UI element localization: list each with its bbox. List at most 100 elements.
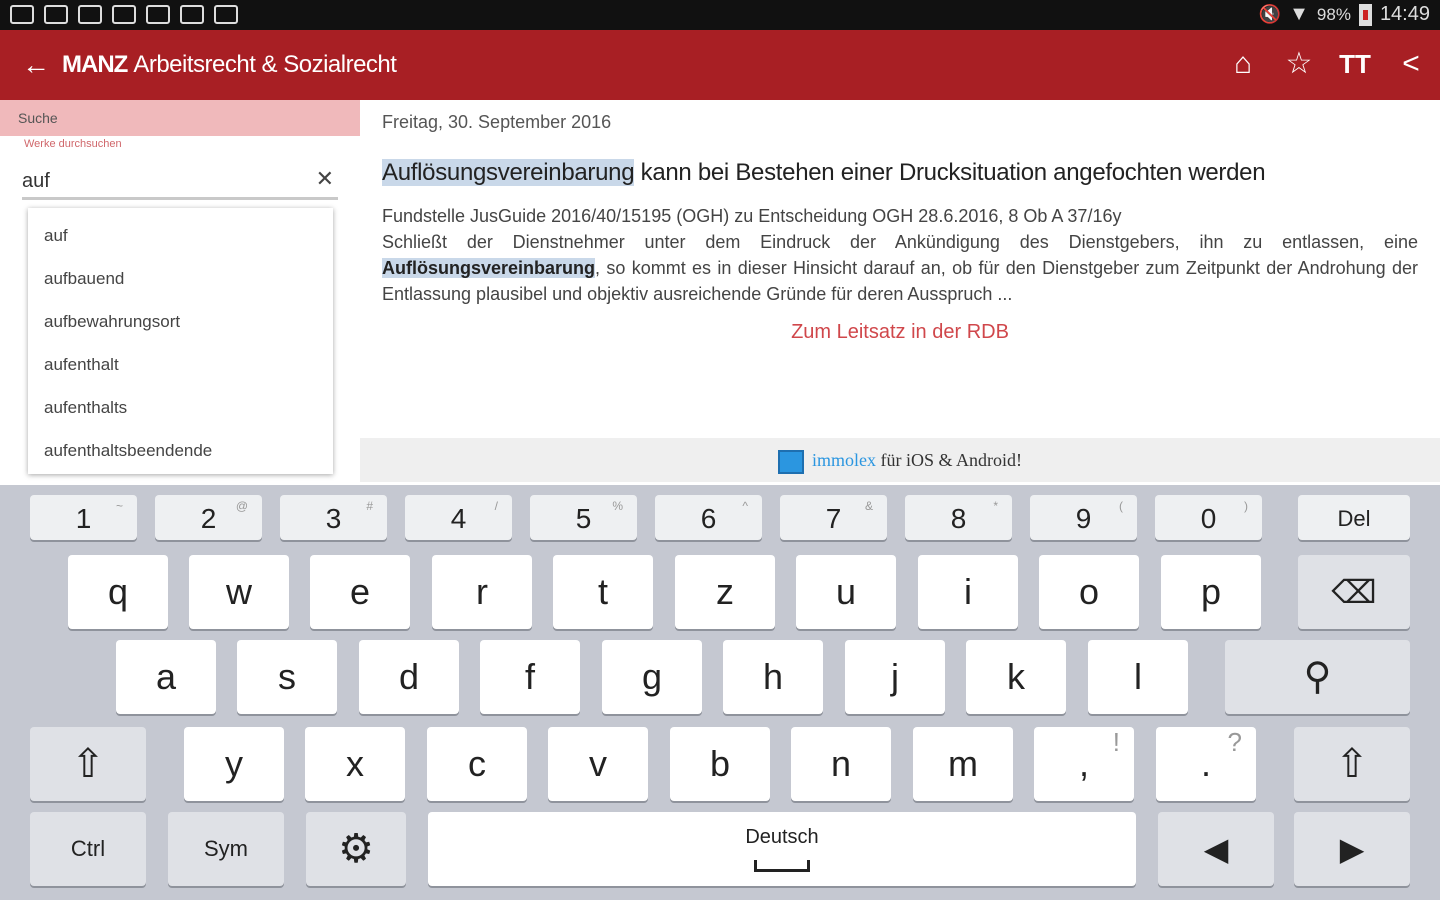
notification-icons [10, 5, 238, 24]
arrow-left-icon[interactable]: ← [22, 48, 50, 82]
key-a[interactable]: a [116, 640, 216, 714]
key-g[interactable]: g [602, 640, 702, 714]
key-9[interactable]: 9( [1030, 495, 1137, 540]
key-label: 2 [200, 503, 217, 534]
key-v[interactable]: v [548, 727, 648, 801]
article-body: Fundstelle JusGuide 2016/40/15195 (OGH) … [382, 203, 1418, 307]
search-field: ✕ [22, 160, 338, 200]
key-t[interactable]: t [553, 555, 653, 629]
key-n[interactable]: n [791, 727, 891, 801]
key-f[interactable]: f [480, 640, 580, 714]
suggestion-item[interactable]: aufbauend [28, 257, 333, 300]
sym-key[interactable]: Sym [168, 812, 284, 886]
arrow-right-key-icon[interactable]: ▶ [1294, 812, 1410, 886]
wifi-icon: ▼ [1289, 3, 1309, 25]
key-b[interactable]: b [670, 727, 770, 801]
suggestion-item[interactable]: aufenthalts [28, 386, 333, 429]
key-k[interactable]: k [966, 640, 1066, 714]
backspace-icon[interactable]: ⌫ [1298, 555, 1410, 629]
key-c[interactable]: c [427, 727, 527, 801]
share-icon[interactable]: < [1392, 44, 1430, 84]
key-z[interactable]: z [675, 555, 775, 629]
key-label: 1 [75, 503, 92, 534]
star-icon[interactable]: ☆ [1280, 44, 1318, 84]
key-i[interactable]: i [918, 555, 1018, 629]
space-key[interactable]: Deutsch [428, 812, 1136, 886]
app-title-text: Arbeitsrecht & Sozialrecht [133, 51, 397, 78]
status-right: 🔇 ▼ 98% 14:49 [1259, 3, 1430, 26]
key-7[interactable]: 7 & [780, 495, 887, 540]
key-period[interactable]: .? [1156, 727, 1256, 801]
home-icon[interactable]: ⌂ [1224, 44, 1262, 84]
key-l[interactable]: l [1088, 640, 1188, 714]
key-label: 9 [1075, 503, 1092, 534]
appbar-actions: ⌂ ☆ TT < [1224, 44, 1430, 84]
del-key[interactable]: Del [1298, 495, 1410, 540]
arrow-left-key-icon[interactable]: ◀ [1158, 812, 1274, 886]
key-sub: % [612, 499, 623, 513]
gear-icon[interactable]: ⚙ [306, 812, 406, 886]
key-w[interactable]: w [189, 555, 289, 629]
key-5[interactable]: 5% [530, 495, 637, 540]
shift-left-icon[interactable]: ⇧ [30, 727, 146, 801]
key-0[interactable]: 0) [1155, 495, 1262, 540]
key-comma[interactable]: ,! [1034, 727, 1134, 801]
key-e[interactable]: e [310, 555, 410, 629]
gallery-icon [112, 5, 136, 24]
search-header: Suche [0, 100, 360, 136]
usb-icon [44, 5, 68, 24]
language-label: Deutsch [745, 826, 819, 848]
article-headline[interactable]: Auflösungsvereinbarung kann bei Bestehen… [382, 159, 1418, 187]
search-icon[interactable]: ⚲ [1225, 640, 1410, 714]
suggestion-item[interactable]: auf [28, 214, 333, 257]
suggestion-item[interactable]: aufenthalt [28, 343, 333, 386]
mute-icon: 🔇 [1258, 4, 1282, 24]
clock: 14:49 [1379, 3, 1430, 25]
space-icon [754, 860, 810, 872]
key-p[interactable]: p [1161, 555, 1261, 629]
rdb-link[interactable]: Zum Leitsatz in der RDB [382, 321, 1418, 344]
suggestion-list: auf aufbauend aufbewahrungsort aufenthal… [28, 208, 333, 474]
ad-banner[interactable]: immolex für iOS & Android! [360, 438, 1440, 482]
key-sub: * [993, 499, 998, 513]
store-icon [214, 5, 238, 24]
key-6[interactable]: 6 ^ [655, 495, 762, 540]
key-r[interactable]: r [432, 555, 532, 629]
manz-logo: MANZ [62, 51, 128, 78]
key-q[interactable]: q [68, 555, 168, 629]
article-excerpt: Schließt der Dienstnehmer unter dem Eind… [382, 229, 1418, 307]
headline-rest: kann bei Bestehen einer Drucksituation a… [634, 159, 1266, 186]
key-2[interactable]: 2 @ [155, 495, 262, 540]
battery-icon [1358, 3, 1372, 26]
key-sub: ) [1244, 499, 1248, 513]
key-8[interactable]: 8 * [905, 495, 1012, 540]
shift-right-icon[interactable]: ⇧ [1294, 727, 1410, 801]
key-u[interactable]: u [796, 555, 896, 629]
key-label: 8 [950, 503, 967, 534]
key-y[interactable]: y [184, 727, 284, 801]
screen-icon [10, 5, 34, 24]
suggestion-item[interactable]: aufenthaltsbeendende [28, 429, 333, 472]
key-s[interactable]: s [237, 640, 337, 714]
key-4[interactable]: 4/ [405, 495, 512, 540]
bag-icon [180, 5, 204, 24]
article-source: Fundstelle JusGuide 2016/40/15195 (OGH) … [382, 206, 1122, 226]
key-1[interactable]: 1 ~ [30, 495, 137, 540]
key-x[interactable]: x [305, 727, 405, 801]
close-icon[interactable]: ✕ [316, 166, 334, 192]
key-d[interactable]: d [359, 640, 459, 714]
key-sub: # [366, 499, 373, 513]
key-sub: ! [1112, 727, 1120, 757]
key-3[interactable]: 3 # [280, 495, 387, 540]
suggestion-item[interactable]: aufbewahrungsort [28, 300, 333, 343]
key-j[interactable]: j [845, 640, 945, 714]
key-m[interactable]: m [913, 727, 1013, 801]
key-o[interactable]: o [1039, 555, 1139, 629]
battery-percent: 98% [1316, 4, 1351, 24]
banner-text: für iOS & Android! [876, 450, 1023, 470]
key-sub: & [864, 499, 873, 513]
key-h[interactable]: h [723, 640, 823, 714]
search-input[interactable] [22, 166, 302, 196]
text-size-icon[interactable]: TT [1336, 44, 1374, 84]
ctrl-key[interactable]: Ctrl [30, 812, 146, 886]
